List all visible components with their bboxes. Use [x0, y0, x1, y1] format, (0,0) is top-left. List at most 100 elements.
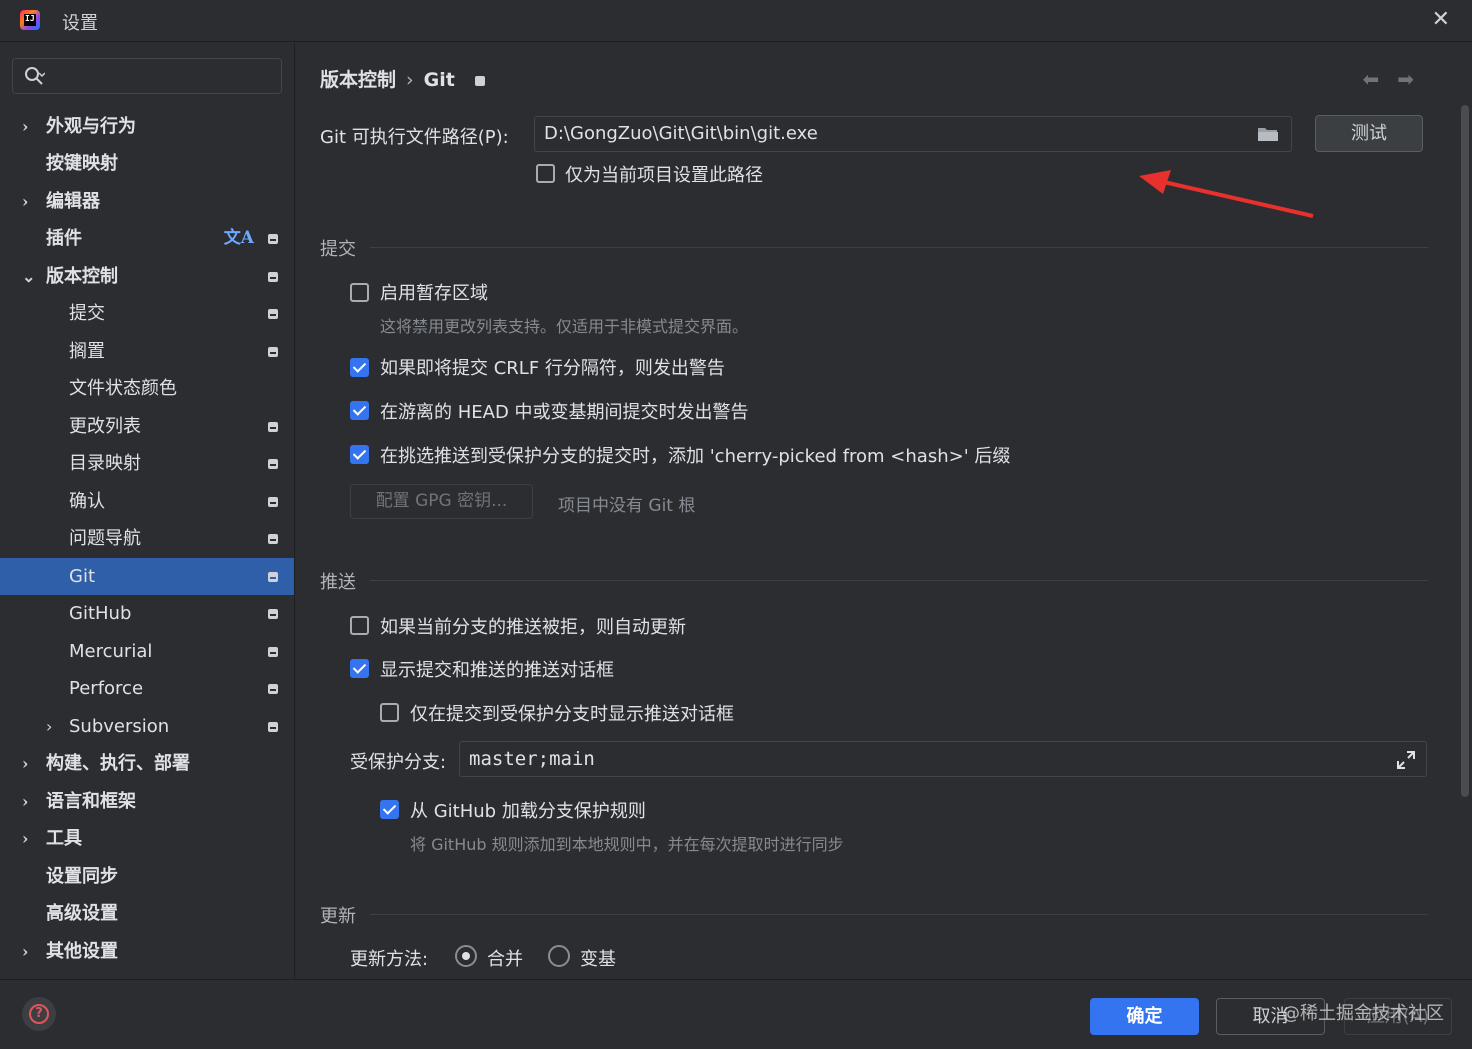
chevron-right-icon: ›: [22, 754, 29, 773]
section-divider: [370, 247, 1428, 248]
help-icon: ?: [29, 1004, 49, 1024]
watermark: @稀土掘金技术社区: [1282, 1003, 1444, 1024]
sidebar-item-editor[interactable]: › 编辑器: [0, 183, 294, 220]
help-button[interactable]: ?: [22, 997, 56, 1031]
annotation-arrow: [1139, 170, 1314, 218]
load-github-rules-checkbox[interactable]: [380, 800, 399, 819]
chevron-right-icon: ›: [22, 117, 29, 136]
settings-sidebar: › 外观与行为 按键映射 › 编辑器 插件 文A ⌄ 版本控制 提交 搁置 文件…: [0, 43, 294, 979]
show-push-dialog-label: 显示提交和推送的推送对话框: [380, 660, 614, 681]
crlf-warning-label: 如果即将提交 CRLF 行分隔符，则发出警告: [380, 358, 725, 379]
protected-branches-input[interactable]: master;main: [459, 741, 1427, 777]
load-github-rules-label: 从 GitHub 加载分支保护规则: [410, 801, 646, 822]
sidebar-item-build-execution[interactable]: › 构建、执行、部署: [0, 745, 294, 782]
staging-area-checkbox[interactable]: [350, 283, 369, 302]
chevron-right-icon: ›: [22, 942, 29, 961]
project-scope-icon: [268, 609, 278, 619]
sidebar-item-confirmation[interactable]: 确认: [0, 483, 294, 520]
forward-arrow-icon[interactable]: ➡: [1397, 67, 1432, 91]
load-github-rules-hint: 将 GitHub 规则添加到本地规则中，并在每次提取时进行同步: [410, 835, 844, 854]
project-scope-icon: [268, 572, 278, 582]
chevron-right-icon: ›: [22, 792, 29, 811]
search-icon: [25, 67, 45, 85]
sidebar-item-appearance[interactable]: › 外观与行为: [0, 108, 294, 145]
project-scope-icon: [268, 459, 278, 469]
project-scope-icon: [268, 347, 278, 357]
window-title: 设置: [62, 13, 98, 34]
breadcrumb: 版本控制 › Git: [320, 65, 485, 92]
project-scope-icon: [268, 497, 278, 507]
project-only-checkbox[interactable]: [536, 164, 555, 183]
show-push-dialog-checkbox[interactable]: [350, 659, 369, 678]
configure-gpg-button[interactable]: 配置 GPG 密钥...: [350, 484, 533, 519]
project-scope-icon: [268, 722, 278, 732]
protected-branches-value: master;main: [469, 748, 595, 770]
git-path-value: D:\GongZuo\Git\Git\bin\git.exe: [544, 123, 818, 144]
sidebar-item-other[interactable]: › 其他设置: [0, 933, 294, 970]
project-scope-icon: [268, 309, 278, 319]
close-icon[interactable]: ✕: [1432, 7, 1450, 32]
gpg-status-text: 项目中没有 Git 根: [558, 496, 696, 516]
project-scope-icon: [268, 234, 278, 244]
chevron-down-icon: ⌄: [22, 267, 36, 286]
protected-only-checkbox[interactable]: [380, 703, 399, 722]
auto-update-label: 如果当前分支的推送被拒，则自动更新: [380, 617, 686, 638]
update-method-label: 更新方法:: [350, 949, 429, 970]
sidebar-item-commit[interactable]: 提交: [0, 295, 294, 332]
rebase-radio[interactable]: [548, 945, 570, 967]
merge-radio[interactable]: [455, 945, 477, 967]
sidebar-item-settings-sync[interactable]: 设置同步: [0, 858, 294, 895]
sidebar-item-github[interactable]: GitHub: [0, 595, 294, 632]
cherry-pick-label: 在挑选推送到受保护分支的提交时，添加 'cherry-picked from <…: [380, 446, 1011, 467]
sidebar-item-mercurial[interactable]: Mercurial: [0, 633, 294, 670]
sidebar-item-shelf[interactable]: 搁置: [0, 333, 294, 370]
chevron-right-icon: ›: [46, 717, 53, 736]
folder-icon[interactable]: [1257, 126, 1279, 142]
sidebar-item-keymap[interactable]: 按键映射: [0, 145, 294, 182]
settings-search-input[interactable]: [12, 58, 282, 94]
sidebar-item-perforce[interactable]: Perforce: [0, 670, 294, 707]
chevron-right-icon: ›: [22, 829, 29, 848]
staging-area-label: 启用暂存区域: [380, 283, 488, 304]
update-section-title: 更新: [320, 906, 356, 927]
section-divider: [370, 580, 1428, 581]
detached-head-label: 在游离的 HEAD 中或变基期间提交时发出警告: [380, 402, 749, 423]
project-scope-icon: [268, 534, 278, 544]
breadcrumb-current: Git: [423, 69, 455, 91]
test-button[interactable]: 测试: [1315, 115, 1423, 152]
sidebar-item-advanced[interactable]: 高级设置: [0, 895, 294, 932]
sidebar-item-tools[interactable]: › 工具: [0, 820, 294, 857]
sidebar-item-version-control[interactable]: ⌄ 版本控制: [0, 258, 294, 295]
sidebar-item-subversion[interactable]: › Subversion: [0, 708, 294, 745]
project-scope-icon: [268, 647, 278, 657]
rebase-label: 变基: [580, 949, 616, 970]
protected-branches-label: 受保护分支:: [350, 752, 447, 773]
merge-label: 合并: [487, 949, 523, 970]
crlf-warning-checkbox[interactable]: [350, 358, 369, 377]
sidebar-item-git[interactable]: Git: [0, 558, 294, 595]
sidebar-item-issue-navigation[interactable]: 问题导航: [0, 520, 294, 557]
settings-content: 版本控制 › Git ⬅➡ Git 可执行文件路径(P): D:\GongZuo\G…: [295, 43, 1472, 979]
sidebar-item-plugins[interactable]: 插件 文A: [0, 220, 294, 257]
detached-head-checkbox[interactable]: [350, 401, 369, 420]
sidebar-item-directory-mappings[interactable]: 目录映射: [0, 445, 294, 482]
project-scope-icon: [474, 76, 485, 86]
cherry-pick-checkbox[interactable]: [350, 445, 369, 464]
dialog-footer: ? 确定 取消 应用(A) @稀土掘金技术社区: [0, 979, 1472, 1049]
project-scope-icon: [268, 272, 278, 282]
title-bar: IJ 设置 ✕: [0, 0, 1472, 42]
protected-only-label: 仅在提交到受保护分支时显示推送对话框: [410, 704, 734, 725]
project-scope-icon: [268, 422, 278, 432]
git-path-field[interactable]: D:\GongZuo\Git\Git\bin\git.exe: [534, 116, 1292, 152]
auto-update-checkbox[interactable]: [350, 616, 369, 635]
expand-icon[interactable]: [1396, 750, 1416, 770]
ok-button[interactable]: 确定: [1090, 998, 1199, 1035]
history-navigation: ⬅➡: [1362, 67, 1432, 91]
content-scrollbar[interactable]: [1461, 105, 1469, 797]
breadcrumb-parent[interactable]: 版本控制: [320, 69, 396, 91]
sidebar-item-languages[interactable]: › 语言和框架: [0, 783, 294, 820]
sidebar-item-file-status-colors[interactable]: 文件状态颜色: [0, 370, 294, 407]
sidebar-item-changelists[interactable]: 更改列表: [0, 408, 294, 445]
project-scope-icon: [268, 684, 278, 694]
back-arrow-icon[interactable]: ⬅: [1362, 67, 1397, 91]
